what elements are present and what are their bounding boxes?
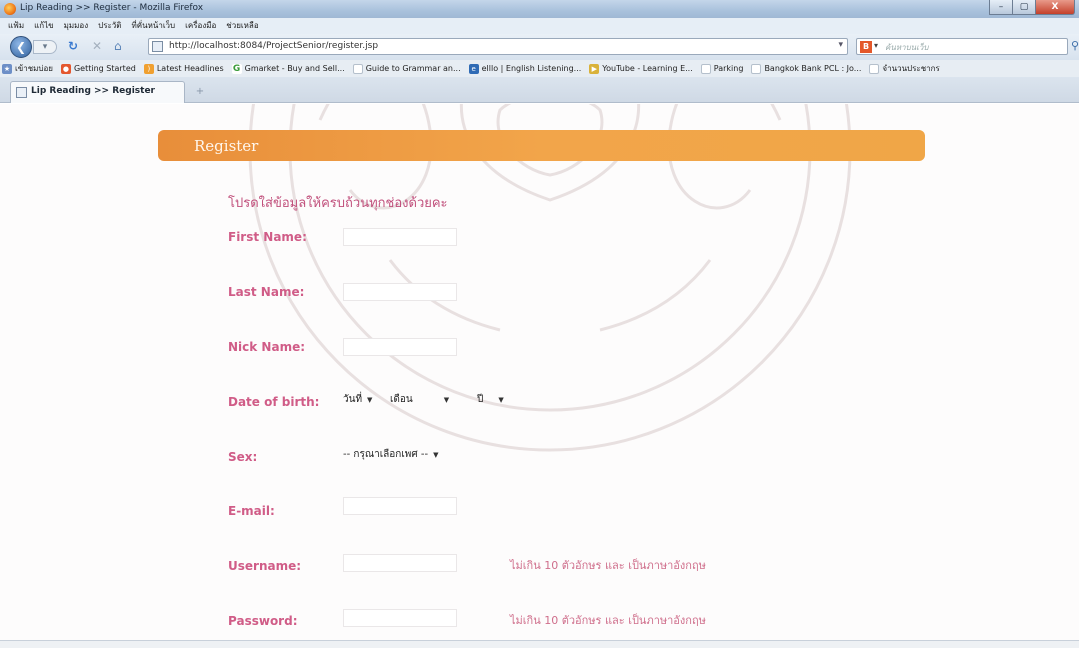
- star-icon: ★: [2, 63, 12, 74]
- firefox-icon: [4, 3, 16, 15]
- close-button[interactable]: X: [1035, 0, 1075, 15]
- username-hint: ไม่เกิน 10 ตัวอักษร และ เป็นภาษาอังกฤษ: [510, 559, 706, 572]
- last-name-label: Last Name:: [228, 285, 305, 299]
- email-input[interactable]: [343, 497, 457, 515]
- menu-tools[interactable]: เครื่องมือ: [185, 18, 216, 34]
- page-icon: [751, 63, 762, 74]
- firefox-icon: ●: [60, 63, 71, 74]
- sex-select[interactable]: -- กรุณาเลือกเพศ -- ▼: [343, 447, 438, 462]
- stop-icon[interactable]: ✕: [92, 39, 102, 53]
- menu-history[interactable]: ประวัติ: [98, 18, 121, 34]
- search-engine-dropdown-icon[interactable]: ▾: [874, 41, 878, 50]
- youtube-icon: ▶: [589, 63, 600, 74]
- back-button[interactable]: ❮: [10, 36, 32, 58]
- minimize-button[interactable]: –: [989, 0, 1013, 15]
- register-title: Register: [194, 137, 259, 155]
- username-input[interactable]: [343, 554, 457, 572]
- rss-icon: ): [143, 63, 154, 74]
- reload-icon[interactable]: ↻: [68, 39, 78, 53]
- new-tab-button[interactable]: +: [192, 85, 208, 99]
- chevron-down-icon: ▼: [433, 450, 439, 459]
- page-icon: [869, 63, 880, 74]
- password-label: Password:: [228, 614, 298, 628]
- menu-bookmarks[interactable]: ที่คั่นหน้าเว็บ: [131, 18, 175, 34]
- password-input[interactable]: [343, 609, 457, 627]
- bookmark-youtube[interactable]: ▶ YouTube - Learning E...: [589, 63, 693, 74]
- menu-file[interactable]: แฟ้ม: [8, 18, 24, 34]
- first-name-label: First Name:: [228, 230, 307, 244]
- register-header: Register: [158, 130, 925, 161]
- form-instruction: โปรดใส่ข้อมูลให้ครบถ้วนทุกช่องด้วยคะ: [228, 196, 448, 211]
- page-content: Register โปรดใส่ข้อมูลให้ครบถ้วนทุกช่องด…: [0, 104, 1079, 640]
- page-favicon-icon: [152, 41, 163, 52]
- username-label: Username:: [228, 559, 302, 573]
- nick-name-label: Nick Name:: [228, 340, 306, 354]
- dob-year-select[interactable]: ปี ▼: [477, 392, 504, 407]
- university-seal-watermark: [248, 104, 852, 452]
- bookmark-most-visited[interactable]: ★ เข้าชมบ่อย: [2, 62, 53, 75]
- bookmark-parking[interactable]: Parking: [700, 63, 743, 74]
- maximize-button[interactable]: ▢: [1012, 0, 1036, 15]
- first-name-input[interactable]: [343, 228, 457, 246]
- address-bar[interactable]: http://localhost:8084/ProjectSenior/regi…: [148, 38, 848, 55]
- sex-label: Sex:: [228, 450, 258, 464]
- menu-help[interactable]: ช่วยเหลือ: [226, 18, 258, 34]
- chevron-down-icon: ▼: [443, 395, 450, 404]
- search-bar[interactable]: B ▾ ค้นหาบนเว็บ ⚲: [856, 38, 1079, 55]
- forward-button[interactable]: ▾: [33, 40, 57, 54]
- gmarket-icon: G: [231, 63, 242, 74]
- elllo-icon: e: [468, 63, 479, 74]
- chevron-down-icon: ▼: [498, 395, 504, 404]
- window-controls: – ▢ X: [989, 0, 1075, 16]
- tab-bar: Lip Reading >> Register +: [0, 77, 1079, 103]
- date-of-birth-label: Date of birth:: [228, 395, 320, 409]
- last-name-input[interactable]: [343, 283, 457, 301]
- navigation-toolbar: ❮ ▾ ↻ ✕ ⌂ http://localhost:8084/ProjectS…: [0, 34, 1079, 60]
- bookmark-bangkok-bank[interactable]: Bangkok Bank PCL : Jo...: [751, 63, 861, 74]
- address-url[interactable]: http://localhost:8084/ProjectSenior/regi…: [169, 41, 378, 51]
- email-label: E-mail:: [228, 504, 275, 518]
- nick-name-input[interactable]: [343, 338, 457, 356]
- window-title: Lip Reading >> Register - Mozilla Firefo…: [20, 3, 204, 13]
- window-titlebar: Lip Reading >> Register - Mozilla Firefo…: [0, 0, 1079, 18]
- menu-view[interactable]: มุมมอง: [64, 18, 89, 34]
- search-icon[interactable]: ⚲: [1071, 39, 1079, 52]
- bookmark-population[interactable]: จำนวนประชากร: [869, 62, 940, 75]
- tab-title: Lip Reading >> Register: [31, 86, 155, 96]
- page-icon: [352, 63, 363, 74]
- chevron-down-icon: ▼: [367, 395, 373, 404]
- dob-month-select[interactable]: เดือน ▼: [390, 392, 449, 407]
- menu-bar: แฟ้ม แก้ไข มุมมอง ประวัติ ที่คั่นหน้าเว็…: [0, 18, 1079, 34]
- search-input[interactable]: ค้นหาบนเว็บ: [885, 41, 928, 54]
- tab-lip-reading-register[interactable]: Lip Reading >> Register: [10, 81, 185, 103]
- bookmark-guide-to-grammar[interactable]: Guide to Grammar an...: [352, 63, 461, 74]
- search-engine-icon[interactable]: B: [860, 41, 872, 53]
- status-bar: [0, 640, 1079, 648]
- page-icon: [700, 63, 711, 74]
- bookmarks-toolbar: ★ เข้าชมบ่อย ● Getting Started ) Latest Hea…: [0, 60, 1079, 77]
- bookmark-elllo[interactable]: e elllo | English Listening...: [468, 63, 581, 74]
- page-favicon-icon: [16, 87, 27, 98]
- bookmark-gmarket[interactable]: G Gmarket - Buy and Sell...: [231, 63, 345, 74]
- url-dropdown-icon[interactable]: ▾: [838, 40, 843, 50]
- menu-edit[interactable]: แก้ไข: [34, 18, 54, 34]
- home-icon[interactable]: ⌂: [114, 39, 122, 53]
- password-hint: ไม่เกิน 10 ตัวอักษร และ เป็นภาษาอังกฤษ: [510, 614, 706, 627]
- dob-day-select[interactable]: วันที่ ▼: [343, 392, 372, 407]
- bookmark-latest-headlines[interactable]: ) Latest Headlines: [143, 63, 224, 74]
- bookmark-getting-started[interactable]: ● Getting Started: [60, 63, 136, 74]
